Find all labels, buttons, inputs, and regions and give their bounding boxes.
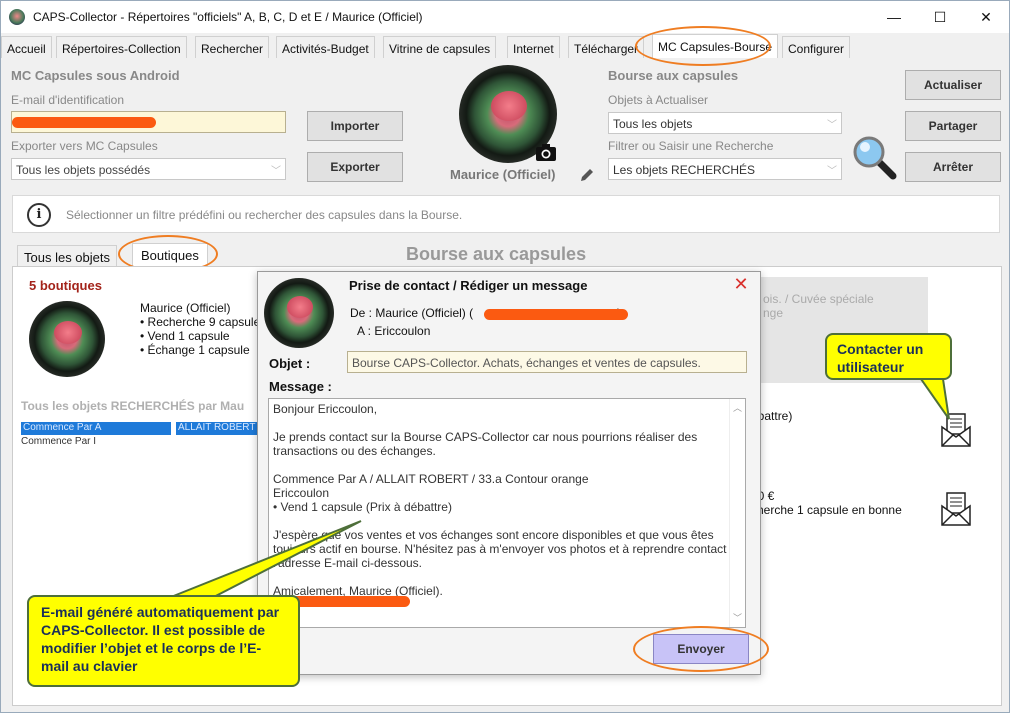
- callout-contact-user: Contacter un utilisateur: [825, 333, 952, 380]
- app-window: CAPS-Collector - Répertoires "officiels"…: [0, 0, 1010, 713]
- callout-email-generated: E-mail généré automatiquement par CAPS-C…: [27, 595, 300, 687]
